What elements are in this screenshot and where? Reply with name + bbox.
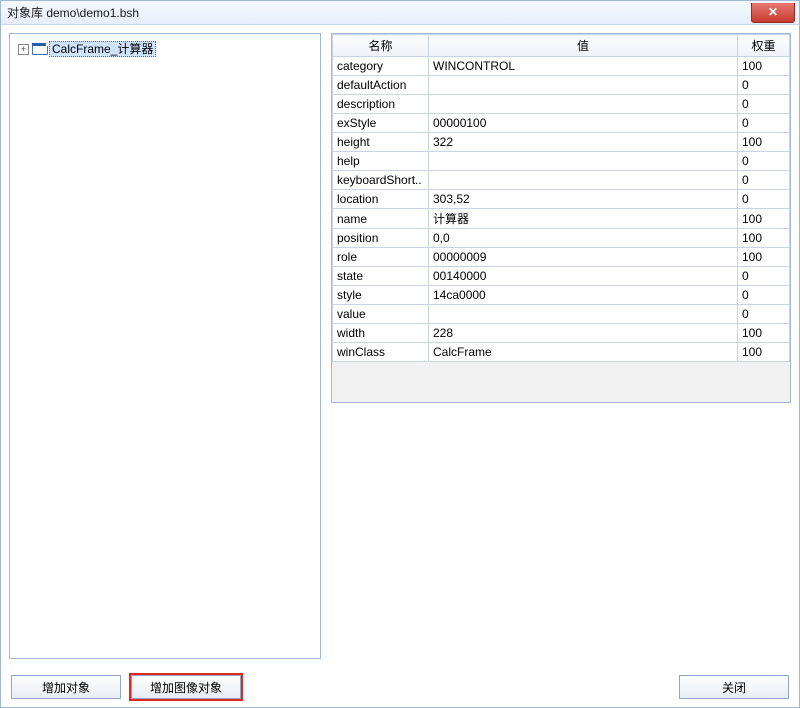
grid-row[interactable]: categoryWINCONTROL100	[333, 57, 790, 76]
cell-weight[interactable]: 0	[738, 286, 790, 305]
grid-row[interactable]: description 0	[333, 95, 790, 114]
grid-row[interactable]: defaultAction 0	[333, 76, 790, 95]
cell-name[interactable]: style	[333, 286, 429, 305]
cell-value[interactable]: WINCONTROL	[429, 57, 738, 76]
tree-item-label[interactable]: CalcFrame_计算器	[49, 41, 156, 57]
cell-name[interactable]: location	[333, 190, 429, 209]
cell-weight[interactable]: 0	[738, 267, 790, 286]
column-header-value[interactable]: 值	[429, 35, 738, 57]
window-icon	[32, 43, 46, 55]
cell-name[interactable]: value	[333, 305, 429, 324]
tree-item[interactable]: + CalcFrame_计算器	[14, 40, 316, 58]
cell-weight[interactable]: 0	[738, 152, 790, 171]
grid-row[interactable]: exStyle000001000	[333, 114, 790, 133]
column-header-weight[interactable]: 权重	[738, 35, 790, 57]
cell-value[interactable]	[429, 95, 738, 114]
cell-weight[interactable]: 100	[738, 343, 790, 362]
cell-name[interactable]: category	[333, 57, 429, 76]
grid-empty-area	[332, 362, 790, 402]
cell-name[interactable]: position	[333, 229, 429, 248]
properties-grid-container: 名称 值 权重 categoryWINCONTROL100defaultActi…	[331, 33, 791, 403]
object-tree-panel[interactable]: + CalcFrame_计算器	[9, 33, 321, 659]
add-image-object-button[interactable]: 增加图像对象	[131, 675, 241, 699]
properties-grid[interactable]: 名称 值 权重 categoryWINCONTROL100defaultActi…	[332, 34, 790, 362]
cell-value[interactable]	[429, 171, 738, 190]
grid-row[interactable]: position0,0100	[333, 229, 790, 248]
cell-name[interactable]: width	[333, 324, 429, 343]
cell-value[interactable]: CalcFrame	[429, 343, 738, 362]
properties-panel: 名称 值 权重 categoryWINCONTROL100defaultActi…	[331, 33, 791, 663]
cell-name[interactable]: help	[333, 152, 429, 171]
grid-row[interactable]: winClassCalcFrame100	[333, 343, 790, 362]
cell-name[interactable]: role	[333, 248, 429, 267]
cell-weight[interactable]: 0	[738, 114, 790, 133]
cell-name[interactable]: height	[333, 133, 429, 152]
cell-weight[interactable]: 0	[738, 190, 790, 209]
bottom-toolbar: 增加对象 增加图像对象 关闭	[1, 671, 799, 707]
cell-value[interactable]: 00000009	[429, 248, 738, 267]
close-icon: ✕	[768, 5, 778, 19]
cell-value[interactable]: 303,52	[429, 190, 738, 209]
cell-weight[interactable]: 100	[738, 248, 790, 267]
grid-row[interactable]: width228100	[333, 324, 790, 343]
cell-value[interactable]: 228	[429, 324, 738, 343]
grid-row[interactable]: style14ca00000	[333, 286, 790, 305]
window-close-button[interactable]: ✕	[751, 3, 795, 23]
column-header-name[interactable]: 名称	[333, 35, 429, 57]
cell-value[interactable]	[429, 76, 738, 95]
grid-row[interactable]: value 0	[333, 305, 790, 324]
cell-weight[interactable]: 100	[738, 133, 790, 152]
close-button[interactable]: 关闭	[679, 675, 789, 699]
cell-weight[interactable]: 0	[738, 305, 790, 324]
cell-value[interactable]	[429, 305, 738, 324]
button-label: 增加图像对象	[150, 679, 222, 696]
grid-row[interactable]: state001400000	[333, 267, 790, 286]
window-title: 对象库 demo\demo1.bsh	[7, 4, 139, 21]
cell-name[interactable]: defaultAction	[333, 76, 429, 95]
cell-name[interactable]: exStyle	[333, 114, 429, 133]
cell-weight[interactable]: 0	[738, 171, 790, 190]
button-label: 增加对象	[42, 679, 90, 696]
cell-weight[interactable]: 0	[738, 95, 790, 114]
cell-name[interactable]: winClass	[333, 343, 429, 362]
button-label: 关闭	[722, 679, 746, 696]
object-library-window: 对象库 demo\demo1.bsh ✕ + CalcFrame_计算器	[0, 0, 800, 708]
grid-row[interactable]: height322100	[333, 133, 790, 152]
tree-expand-toggle[interactable]: +	[18, 44, 29, 55]
grid-row[interactable]: help 0	[333, 152, 790, 171]
cell-value[interactable]: 322	[429, 133, 738, 152]
cell-name[interactable]: description	[333, 95, 429, 114]
cell-value[interactable]	[429, 152, 738, 171]
cell-value[interactable]: 计算器	[429, 209, 738, 229]
cell-name[interactable]: keyboardShort..	[333, 171, 429, 190]
cell-value[interactable]: 0,0	[429, 229, 738, 248]
cell-weight[interactable]: 100	[738, 324, 790, 343]
cell-weight[interactable]: 100	[738, 57, 790, 76]
grid-header-row: 名称 值 权重	[333, 35, 790, 57]
grid-row[interactable]: name计算器100	[333, 209, 790, 229]
grid-row[interactable]: role00000009100	[333, 248, 790, 267]
main-area: + CalcFrame_计算器 名称 值	[1, 25, 799, 671]
grid-row[interactable]: location303,520	[333, 190, 790, 209]
cell-value[interactable]: 00000100	[429, 114, 738, 133]
cell-value[interactable]: 14ca0000	[429, 286, 738, 305]
titlebar: 对象库 demo\demo1.bsh ✕	[1, 1, 799, 25]
cell-name[interactable]: state	[333, 267, 429, 286]
cell-weight[interactable]: 100	[738, 209, 790, 229]
cell-weight[interactable]: 0	[738, 76, 790, 95]
cell-value[interactable]: 00140000	[429, 267, 738, 286]
grid-row[interactable]: keyboardShort.. 0	[333, 171, 790, 190]
cell-name[interactable]: name	[333, 209, 429, 229]
cell-weight[interactable]: 100	[738, 229, 790, 248]
client-area: + CalcFrame_计算器 名称 值	[1, 25, 799, 707]
add-object-button[interactable]: 增加对象	[11, 675, 121, 699]
